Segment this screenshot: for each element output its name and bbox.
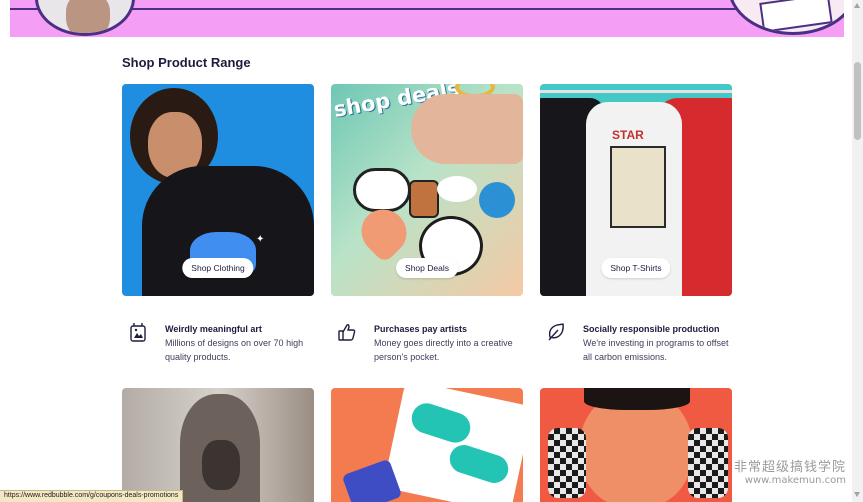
product-card-clothing[interactable]: ✦ Shop Clothing	[122, 84, 314, 296]
banner-sticker-circle	[728, 0, 844, 35]
shop-deals-button[interactable]: Shop Deals	[396, 258, 458, 278]
avatar-face	[66, 0, 110, 33]
scroll-down-arrow-icon[interactable]	[854, 492, 860, 497]
watermark-line1: 非常超级搞钱学院	[734, 460, 847, 475]
clothing-rack	[540, 90, 732, 93]
sticker-image	[353, 168, 411, 212]
sticker-image	[437, 176, 477, 202]
product-card-deals[interactable]: shop deals Shop Deals	[331, 84, 523, 296]
sticker-image	[479, 182, 515, 218]
hood-shadow	[202, 440, 240, 490]
feature-description: Millions of designs on over 70 high qual…	[165, 338, 304, 362]
pillow-image	[382, 388, 523, 502]
section-title: Shop Product Range	[122, 55, 251, 70]
watermark-line2: www.makemun.com	[744, 475, 847, 486]
checkered-headphone-image	[688, 428, 728, 498]
banner-artist-avatar	[35, 0, 135, 36]
tshirt-print-title: STAR	[612, 128, 644, 142]
scrollbar-thumb[interactable]	[854, 62, 861, 140]
person-hair	[584, 388, 690, 410]
tag-icon	[130, 323, 146, 342]
product-card-assassin-art[interactable]	[122, 388, 314, 502]
sparkle-icon: ✦	[256, 234, 265, 245]
promo-banner[interactable]	[10, 0, 844, 37]
product-card-headphones[interactable]	[540, 388, 732, 502]
sticker-image	[409, 180, 439, 218]
feature-description: We're investing in programs to offset al…	[583, 338, 729, 362]
shop-tshirts-button[interactable]: Shop T-Shirts	[601, 258, 671, 278]
thumbs-up-icon	[338, 324, 356, 341]
feature-title: Weirdly meaningful art	[165, 324, 262, 334]
banner-line	[10, 8, 844, 10]
hand-image	[411, 94, 523, 164]
status-bar-url: https://www.redbubble.com/g/coupons-deal…	[0, 490, 184, 502]
shop-clothing-button[interactable]: Shop Clothing	[182, 258, 254, 278]
tshirt-print-graphic	[610, 146, 666, 228]
leaf-icon	[548, 323, 564, 341]
heart-sticker-image	[352, 200, 416, 264]
page-scrollbar[interactable]	[852, 0, 863, 502]
banner-sticker	[759, 0, 833, 32]
feature-title: Socially responsible production	[583, 324, 720, 334]
product-card-tshirts[interactable]: STAR Shop T-Shirts	[540, 84, 732, 296]
feature-title: Purchases pay artists	[374, 324, 468, 334]
watermark: 非常超级搞钱学院 www.makemun.com	[734, 456, 846, 486]
feature-description: Money goes directly into a creative pers…	[374, 338, 513, 362]
checkered-headphone-image	[548, 428, 586, 498]
product-card-pillows[interactable]	[331, 388, 523, 502]
scroll-up-arrow-icon[interactable]	[854, 3, 860, 8]
